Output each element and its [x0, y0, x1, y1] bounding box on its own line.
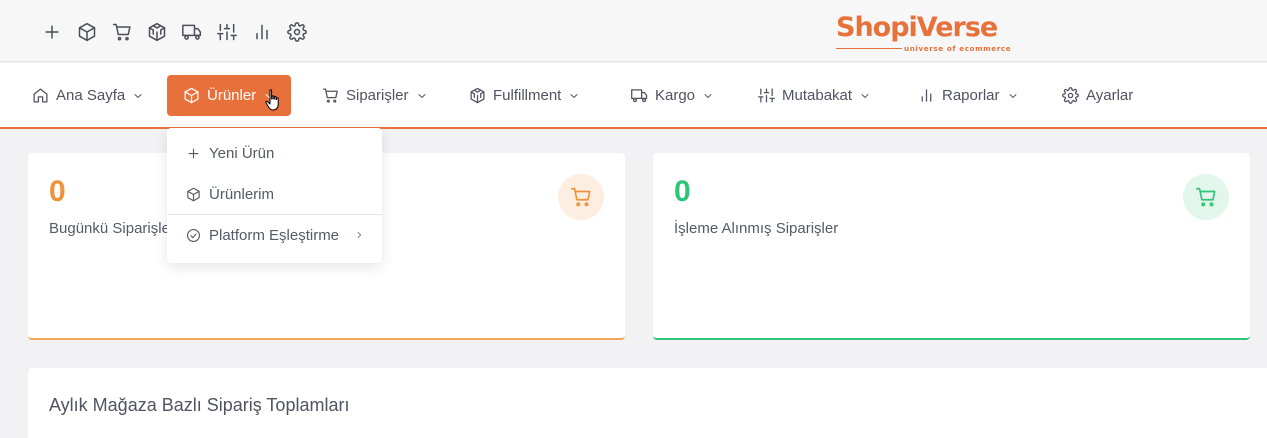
nav-item-fulfillment[interactable]: Fulfillment [469, 75, 580, 116]
nav-label: Raporlar [942, 87, 1000, 104]
nav-item-ana-sayfa[interactable]: Ana Sayfa [32, 75, 144, 116]
sliders-icon [758, 88, 775, 103]
nav-item-ayarlar[interactable]: Ayarlar [1062, 75, 1133, 116]
chevron-down-icon [570, 93, 578, 98]
nav-item-raporlar[interactable]: Raporlar [918, 75, 1019, 116]
nav-item-siparisler[interactable]: Siparişler [322, 75, 428, 116]
menu-item-label: Ürünlerim [209, 185, 275, 203]
nav-label: Mutabakat [782, 87, 853, 104]
cart-icon[interactable] [104, 19, 139, 45]
truck-icon[interactable] [174, 19, 209, 45]
menu-item-yeni-urun[interactable]: Yeni Ürün [167, 133, 382, 173]
cart-icon [1196, 187, 1216, 207]
logo-text: ShopiVerse [836, 12, 998, 43]
stat-value: 0 [674, 175, 691, 208]
monthly-store-orders-panel: Aylık Mağaza Bazlı Sipariş Toplamları [28, 368, 1267, 438]
chevron-right-icon [357, 231, 362, 239]
urunler-dropdown-menu: Yeni Ürün Ürünlerim Platform Eşleştirme [167, 128, 382, 263]
menu-item-platform-eslestirme[interactable]: Platform Eşleştirme [167, 215, 382, 255]
codesandbox-icon [470, 87, 485, 104]
nav-item-kargo[interactable]: Kargo [631, 75, 714, 116]
quick-actions [34, 19, 314, 45]
nav-item-mutabakat[interactable]: Mutabakat [758, 75, 871, 116]
stat-label: Bugünkü Siparişler [49, 220, 175, 237]
truck-icon [631, 89, 648, 103]
nav-label: Fulfillment [493, 87, 562, 104]
top-bar: ShopiVerse universe of ecommerce [0, 0, 1267, 62]
chevron-down-icon [1009, 93, 1016, 98]
menu-item-label: Yeni Ürün [209, 144, 275, 162]
stat-label: İşleme Alınmış Siparişler [674, 220, 839, 237]
box-icon[interactable] [69, 19, 104, 45]
box-icon [184, 87, 199, 104]
box-icon [187, 187, 200, 201]
chevron-down-icon [418, 93, 425, 98]
stat-badge [558, 174, 604, 220]
nav-label: Ana Sayfa [56, 87, 126, 104]
chevron-down-icon [134, 93, 142, 98]
cart-icon [322, 88, 338, 103]
hand-cursor-icon [265, 89, 279, 111]
sliders-icon[interactable] [209, 19, 244, 45]
nav-label: Ayarlar [1086, 87, 1134, 104]
nav-label: Kargo [655, 87, 696, 104]
plus-icon[interactable] [34, 19, 69, 45]
gear-icon[interactable] [279, 19, 314, 45]
nav-label: Siparişler [346, 87, 409, 104]
menu-item-label: Platform Eşleştirme [209, 226, 340, 244]
bar-chart-icon [921, 89, 932, 102]
stat-badge [1183, 174, 1229, 220]
codesandbox-icon[interactable] [139, 19, 174, 45]
menu-item-urunlerim[interactable]: Ürünlerim [167, 174, 382, 214]
main-nav: Ana Sayfa Ürünler Siparişler Fulfillment… [0, 63, 1267, 129]
gear-icon [1062, 87, 1079, 104]
stat-value: 0 [49, 175, 66, 208]
check-circle-icon [187, 228, 200, 242]
logo-underline [836, 48, 902, 49]
home-icon [33, 88, 48, 103]
logo[interactable]: ShopiVerse universe of ecommerce [836, 12, 1016, 56]
chevron-down-icon [861, 93, 869, 98]
logo-tagline: universe of ecommerce [904, 44, 1012, 53]
bar-chart-icon[interactable] [244, 19, 279, 45]
stat-card-processed-orders: 0 İşleme Alınmış Siparişler [653, 153, 1250, 340]
section-title: Aylık Mağaza Bazlı Sipariş Toplamları [49, 395, 350, 415]
plus-icon [188, 148, 199, 158]
nav-label: Ürünler [207, 87, 257, 104]
cart-icon [571, 187, 591, 207]
chevron-down-icon [704, 93, 712, 98]
